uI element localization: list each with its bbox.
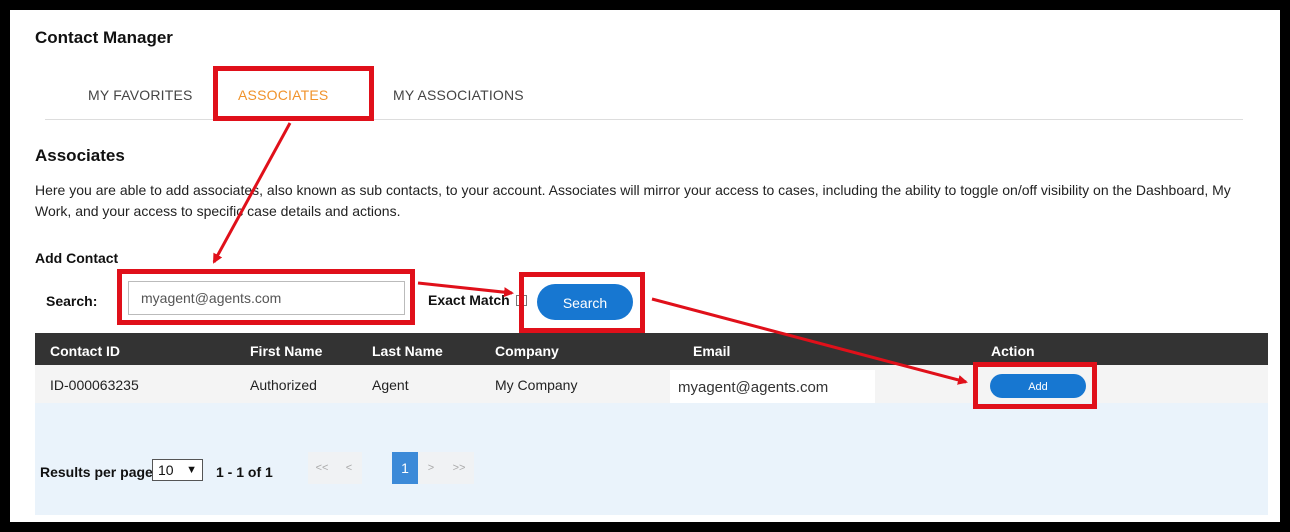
page-title: Contact Manager	[35, 28, 173, 47]
tab-my-associations[interactable]: MY ASSOCIATIONS	[393, 87, 524, 103]
column-header-last-name[interactable]: Last Name	[372, 343, 443, 359]
search-button[interactable]: Search	[537, 284, 633, 320]
previous-page-button[interactable]: <	[336, 452, 362, 484]
add-contact-label: Add Contact	[35, 250, 119, 266]
results-per-page-value: 10	[158, 462, 174, 478]
tab-associates[interactable]: ASSOCIATES	[238, 87, 328, 103]
add-contact-button[interactable]: Add	[990, 374, 1086, 398]
section-description: Here you are able to add associates, als…	[35, 182, 1231, 219]
search-input[interactable]	[128, 281, 405, 315]
column-header-first-name[interactable]: First Name	[250, 343, 322, 359]
section-title: Associates	[35, 146, 125, 165]
tab-my-favorites[interactable]: MY FAVORITES	[88, 87, 193, 103]
tab-divider	[45, 119, 1243, 120]
cell-contact-id: ID-000063235	[50, 377, 139, 393]
page-1-button[interactable]: 1	[392, 452, 418, 484]
cell-last-name: Agent	[372, 377, 409, 393]
column-header-contact-id[interactable]: Contact ID	[50, 343, 120, 359]
cell-first-name: Authorized	[250, 377, 317, 393]
chevron-down-icon: ▼	[186, 464, 197, 476]
search-label: Search:	[46, 293, 98, 309]
first-page-button[interactable]: <<	[308, 452, 336, 484]
results-per-page-label: Results per page	[40, 464, 153, 480]
cell-company: My Company	[495, 377, 578, 393]
exact-match-checkbox[interactable]	[516, 295, 527, 306]
next-page-button[interactable]: >	[418, 452, 444, 484]
column-header-company[interactable]: Company	[495, 343, 559, 359]
results-range: 1 - 1 of 1	[216, 464, 273, 480]
table-header	[35, 333, 1268, 365]
app-frame: Contact Manager MY FAVORITES ASSOCIATES …	[10, 10, 1280, 522]
cell-email: myagent@agents.com	[670, 370, 875, 406]
column-header-action: Action	[991, 343, 1035, 359]
results-per-page-select[interactable]: 10 ▼	[152, 459, 203, 481]
exact-match-label: Exact Match	[428, 292, 510, 308]
last-page-button[interactable]: >>	[444, 452, 474, 484]
column-header-email[interactable]: Email	[693, 343, 730, 359]
table-footer	[35, 403, 1268, 515]
